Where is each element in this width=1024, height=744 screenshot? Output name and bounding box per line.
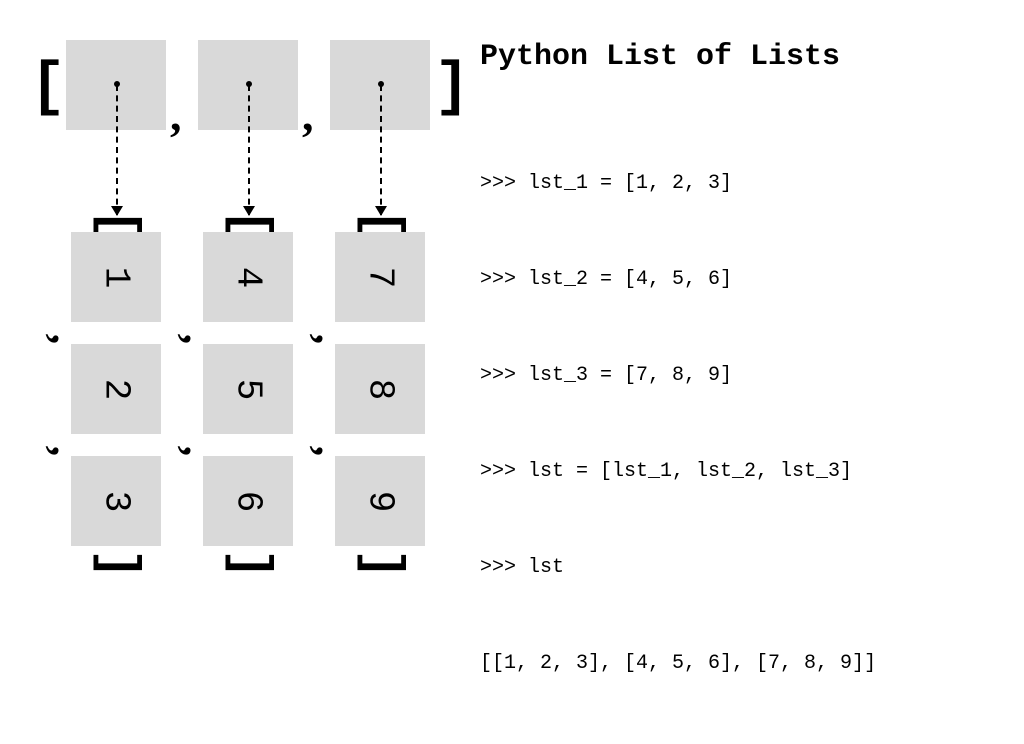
sublist-0-item-1: 2 <box>71 344 161 434</box>
value: 6 <box>227 490 268 512</box>
sublist-2-item-0: 7 <box>335 232 425 322</box>
code-line: >>> lst_1 = [1, 2, 3] <box>480 168 1000 200</box>
close-bracket: ] <box>434 58 470 118</box>
value: 5 <box>227 378 268 400</box>
code-block: >>> lst_1 = [1, 2, 3] >>> lst_2 = [4, 5,… <box>480 104 1000 744</box>
outer-comma-0: , <box>170 92 182 138</box>
outer-comma-1: , <box>302 92 314 138</box>
sublist-comma: , <box>176 334 218 345</box>
sublist-comma: , <box>176 446 218 457</box>
sublist-comma: , <box>308 446 350 457</box>
sublist-comma: , <box>44 334 86 345</box>
sublist-0: [ 1 , 2 , 3 ] <box>66 220 166 580</box>
sublist-0-item-0: 1 <box>71 232 161 322</box>
page-title: Python List of Lists <box>480 40 1000 74</box>
sublist-2-item-2: 9 <box>335 456 425 546</box>
sublist-close-bracket: ] <box>92 548 144 579</box>
code-line: >>> lst_3 = [7, 8, 9] <box>480 360 1000 392</box>
sublist-0-item-2: 3 <box>71 456 161 546</box>
text-panel: Python List of Lists >>> lst_1 = [1, 2, … <box>480 40 1000 744</box>
code-line: >>> lst = [lst_1, lst_2, lst_3] <box>480 456 1000 488</box>
code-line: >>> lst_2 = [4, 5, 6] <box>480 264 1000 296</box>
list-diagram: [ , , ] [ 1 , 2 , 3 ] [ 4 , 5 , 6 ] [ 7 … <box>30 40 460 560</box>
value: 2 <box>95 378 136 400</box>
sublist-close-bracket: ] <box>356 548 408 579</box>
sublist-1-item-2: 6 <box>203 456 293 546</box>
arrow-1 <box>248 85 250 215</box>
value: 8 <box>359 378 400 400</box>
sublist-1-item-0: 4 <box>203 232 293 322</box>
value: 1 <box>95 266 136 288</box>
sublist-2: [ 7 , 8 , 9 ] <box>330 220 430 580</box>
value: 9 <box>359 490 400 512</box>
arrow-2 <box>380 85 382 215</box>
value: 3 <box>95 490 136 512</box>
sublist-comma: , <box>308 334 350 345</box>
value: 7 <box>359 266 400 288</box>
sublist-1: [ 4 , 5 , 6 ] <box>198 220 298 580</box>
sublist-1-item-1: 5 <box>203 344 293 434</box>
code-line: [[1, 2, 3], [4, 5, 6], [7, 8, 9]] <box>480 648 1000 680</box>
sublist-2-item-1: 8 <box>335 344 425 434</box>
code-line: >>> lst <box>480 552 1000 584</box>
value: 4 <box>227 266 268 288</box>
open-bracket: [ <box>30 58 66 118</box>
sublist-comma: , <box>44 446 86 457</box>
sublist-close-bracket: ] <box>224 548 276 579</box>
arrow-0 <box>116 85 118 215</box>
